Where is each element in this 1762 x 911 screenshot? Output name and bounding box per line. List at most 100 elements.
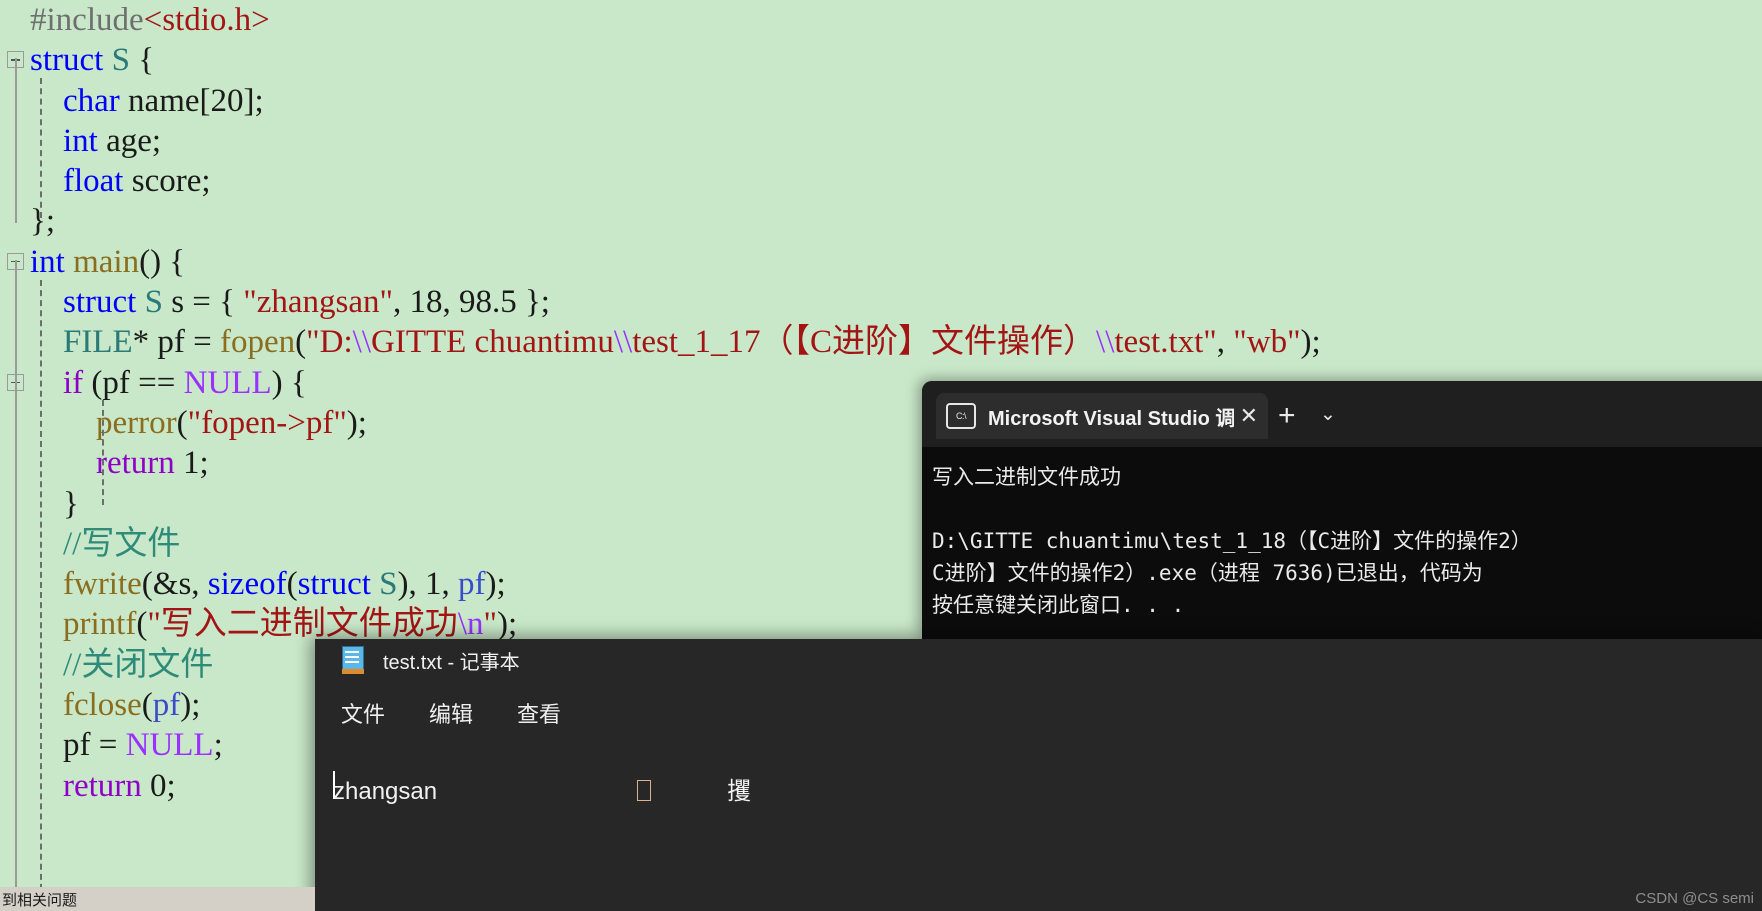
code-token: age;: [97, 122, 162, 159]
csdn-watermark: CSDN @CS semi: [1635, 890, 1754, 907]
notepad-line-text: zhangsan: [333, 778, 438, 805]
fold-guide-struct: [15, 58, 17, 223]
code-token: int: [30, 243, 65, 280]
code-token: \\: [352, 324, 371, 361]
menu-item-view[interactable]: 查看: [517, 697, 561, 729]
code-token: fclose: [63, 687, 142, 724]
new-tab-icon[interactable]: +: [1278, 401, 1296, 431]
code-token: FILE: [63, 324, 133, 361]
code-token: "D:: [306, 324, 353, 361]
code-token: #include: [30, 2, 144, 38]
code-token: ,: [1216, 324, 1234, 361]
code-token: main: [73, 243, 140, 280]
code-token: () {: [139, 243, 186, 280]
code-line[interactable]: int main() {: [0, 242, 1762, 282]
status-bar-text: 到相关问题: [2, 891, 78, 909]
code-line[interactable]: float score;: [0, 161, 1762, 201]
code-token: S: [111, 42, 130, 79]
code-token: test.txt": [1114, 324, 1217, 361]
indent-guide-2: [40, 280, 42, 900]
code-token: GITTE chuantimu: [371, 324, 614, 361]
notepad-binary-glyph: 攫: [727, 778, 752, 805]
code-token: printf: [63, 606, 137, 643]
code-token: );: [180, 687, 201, 724]
code-token: fopen: [220, 324, 296, 361]
debug-console-window[interactable]: C:\ Microsoft Visual Studio 调试控 ✕ + ⌄ 写入…: [922, 381, 1762, 640]
console-tab-title: Microsoft Visual Studio 调试控: [988, 407, 1234, 430]
code-token: ;: [213, 727, 223, 764]
code-token: 1;: [174, 445, 209, 482]
code-line[interactable]: FILE* pf = fopen("D:\\GITTE chuantimu\\t…: [0, 322, 1762, 362]
console-output: 写入二进制文件成功 D:\GITTE chuantimu\test_1_18（【…: [932, 465, 1532, 617]
notepad-titlebar[interactable]: test.txt - 记事本: [315, 639, 1762, 681]
code-token: }: [30, 485, 79, 522]
code-line[interactable]: struct S {: [0, 40, 1762, 80]
notepad-window[interactable]: test.txt - 记事本 文件 编辑 查看 zhangsan 攫: [315, 639, 1762, 911]
code-token: (: [295, 324, 307, 361]
code-token: pf =: [30, 727, 126, 764]
menu-item-edit[interactable]: 编辑: [429, 697, 473, 729]
code-line[interactable]: char name[20];: [0, 81, 1762, 121]
code-token: "wb": [1233, 324, 1301, 361]
code-token: fwrite: [63, 566, 142, 603]
code-token: * pf =: [132, 324, 221, 361]
code-token: {: [129, 42, 155, 79]
console-tab[interactable]: C:\ Microsoft Visual Studio 调试控 ✕: [936, 393, 1268, 439]
close-icon[interactable]: ✕: [1240, 405, 1258, 427]
code-token: ), 1,: [397, 566, 459, 603]
code-token: test_1_17（【C进阶】文件操作）: [632, 324, 1097, 361]
code-line[interactable]: struct S s = { "zhangsan", 18, 98.5 };: [0, 282, 1762, 322]
code-token: ) {: [271, 364, 307, 401]
notepad-text-area[interactable]: zhangsan 攫: [315, 745, 1762, 911]
unprintable-glyph-icon: [637, 780, 652, 801]
code-token: return: [63, 767, 142, 804]
code-token: //写文件: [30, 525, 181, 562]
code-token: (: [141, 687, 153, 724]
chevron-down-icon[interactable]: ⌄: [1320, 405, 1336, 424]
code-token: );: [496, 606, 518, 643]
code-token: "写入二进制文件成功: [147, 606, 458, 643]
code-token: struct: [63, 284, 137, 321]
code-line[interactable]: };: [0, 201, 1762, 241]
menu-item-file[interactable]: 文件: [341, 697, 385, 729]
text-caret: [333, 771, 335, 799]
notepad-menubar[interactable]: 文件 编辑 查看: [315, 681, 1762, 745]
code-token: int: [63, 122, 98, 159]
vs-status-bar: 到相关问题: [0, 887, 315, 911]
code-token: pf: [458, 566, 486, 603]
code-token: \\: [1096, 324, 1115, 361]
code-token: NULL: [183, 364, 272, 401]
code-token: float: [63, 163, 124, 200]
code-line[interactable]: #include<stdio.h>: [0, 0, 1762, 40]
code-token: \n: [457, 606, 484, 643]
code-token: };: [30, 203, 56, 240]
code-token: (pf ==: [83, 364, 184, 401]
code-token: score;: [123, 163, 211, 200]
indent-guide-3: [102, 400, 104, 505]
fold-guide-main: [15, 260, 17, 900]
code-token: );: [485, 566, 506, 603]
code-token: );: [1300, 324, 1321, 361]
code-token: (: [136, 606, 148, 643]
code-token: struct: [297, 566, 371, 603]
code-token: perror: [96, 404, 177, 441]
code-token: NULL: [125, 727, 214, 764]
code-token: , 18, 98.5 };: [392, 284, 550, 321]
console-titlebar[interactable]: C:\ Microsoft Visual Studio 调试控 ✕ + ⌄: [922, 381, 1762, 447]
code-token: "fopen->pf": [187, 404, 347, 441]
code-line[interactable]: int age;: [0, 121, 1762, 161]
code-token: //关闭文件: [30, 646, 214, 683]
code-token: (: [176, 404, 188, 441]
